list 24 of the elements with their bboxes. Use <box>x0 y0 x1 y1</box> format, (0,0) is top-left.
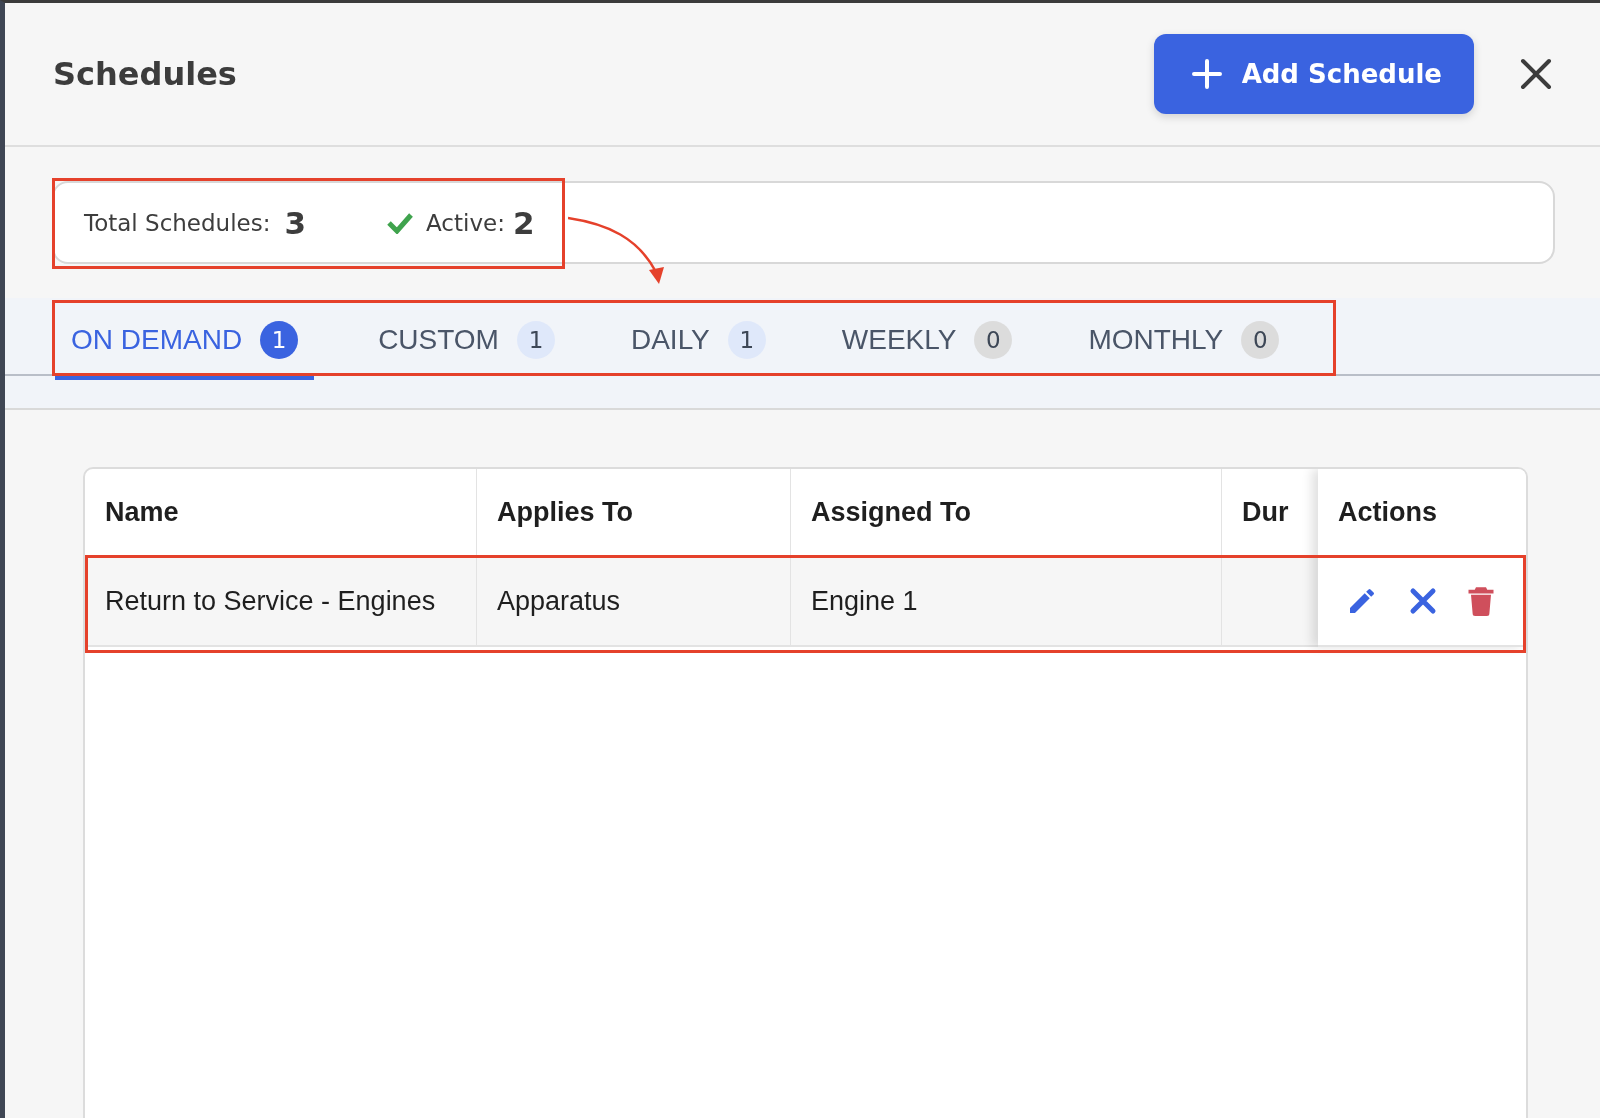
count-badge: 1 <box>516 321 555 359</box>
add-schedule-button[interactable]: Add Schedule <box>1153 34 1474 114</box>
plus-icon <box>1191 59 1222 89</box>
tab[interactable]: CUSTOM 1 <box>362 304 571 380</box>
tab[interactable]: MONTHLY 0 <box>1072 304 1296 380</box>
close-icon[interactable] <box>1520 58 1552 90</box>
dialog-title: Schedules <box>53 55 238 93</box>
table-cell: Engine 1 <box>791 557 1222 647</box>
trash-icon[interactable] <box>1468 586 1494 616</box>
tab[interactable]: DAILY 1 <box>614 304 782 380</box>
check-icon <box>386 211 415 234</box>
count-badge: 0 <box>974 321 1013 359</box>
table-cell: Apparatus <box>477 557 791 647</box>
stat-label: Active: <box>426 209 505 236</box>
close-icon[interactable] <box>1408 586 1438 616</box>
tab[interactable]: WEEKLY 0 <box>825 304 1029 380</box>
count-badge: 0 <box>1241 321 1280 359</box>
stat-value: 3 <box>284 204 307 241</box>
tab[interactable]: ON DEMAND 1 <box>55 304 315 380</box>
count-badge: 1 <box>727 321 766 359</box>
count-badge: 1 <box>260 321 299 359</box>
stat-value: 2 <box>512 204 535 241</box>
stat-label: Total Schedules: <box>84 209 271 236</box>
table-cell: Return to Service - Engines <box>85 557 477 647</box>
